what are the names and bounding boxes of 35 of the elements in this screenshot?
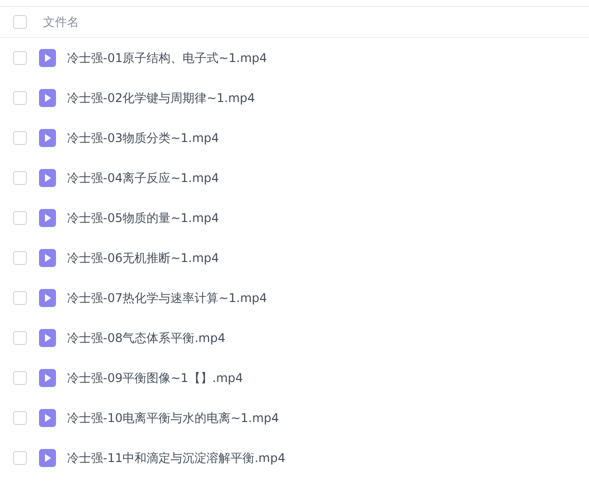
video-file-icon — [39, 89, 56, 107]
video-file-icon — [39, 289, 56, 307]
video-file-icon — [39, 129, 56, 147]
video-file-icon — [39, 249, 56, 267]
file-name[interactable]: 冷士强-10电离平衡与水的电离~1.mp4 — [67, 410, 280, 426]
file-name[interactable]: 冷士强-05物质的量~1.mp4 — [67, 210, 220, 226]
file-name[interactable]: 冷士强-04离子反应~1.mp4 — [67, 170, 220, 186]
select-all-checkbox[interactable] — [13, 15, 27, 29]
row-checkbox[interactable] — [13, 91, 27, 105]
video-file-icon — [39, 409, 56, 427]
row-checkbox[interactable] — [13, 211, 27, 225]
row-checkbox[interactable] — [13, 291, 27, 305]
file-name[interactable]: 冷士强-08气态体系平衡.mp4 — [67, 330, 226, 346]
video-file-icon — [39, 49, 56, 67]
row-checkbox[interactable] — [13, 251, 27, 265]
row-checkbox[interactable] — [13, 451, 27, 465]
row-checkbox[interactable] — [13, 331, 27, 345]
row-checkbox[interactable] — [13, 171, 27, 185]
file-name[interactable]: 冷士强-02化学键与周期律~1.mp4 — [67, 90, 256, 106]
row-checkbox[interactable] — [13, 371, 27, 385]
file-name[interactable]: 冷士强-03物质分类~1.mp4 — [67, 130, 220, 146]
row-checkbox[interactable] — [13, 131, 27, 145]
video-file-icon — [39, 369, 56, 387]
file-name[interactable]: 冷士强-11中和滴定与沉淀溶解平衡.mp4 — [67, 450, 286, 466]
video-file-icon — [39, 329, 56, 347]
file-name[interactable]: 冷士强-01原子结构、电子式~1.mp4 — [67, 50, 268, 66]
row-checkbox[interactable] — [13, 51, 27, 65]
file-name[interactable]: 冷士强-06无机推断~1.mp4 — [67, 250, 220, 266]
file-name[interactable]: 冷士强-07热化学与速率计算~1.mp4 — [67, 290, 268, 306]
video-file-icon — [39, 449, 56, 467]
row-checkbox[interactable] — [13, 411, 27, 425]
column-header: 文件名 — [43, 14, 79, 30]
video-file-icon — [39, 169, 56, 187]
file-name[interactable]: 冷士强-09平衡图像~1【】.mp4 — [67, 370, 244, 386]
video-file-icon — [39, 209, 56, 227]
